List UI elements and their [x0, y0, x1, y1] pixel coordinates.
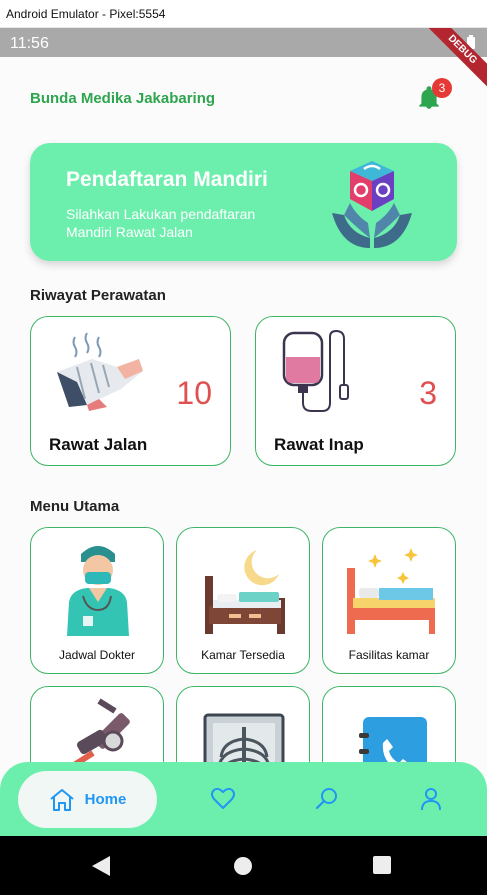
bed-facility-icon — [347, 548, 435, 634]
back-icon[interactable] — [92, 856, 110, 876]
banner-subtitle: Silahkan Lakukan pendaftaran Mandiri Raw… — [66, 206, 256, 240]
self-registration-banner[interactable]: Pendaftaran Mandiri Silahkan Lakukan pen… — [30, 143, 457, 261]
iv-drip-icon — [282, 329, 349, 412]
rawat-jalan-label: Rawat Jalan — [49, 435, 148, 454]
menu-kamar-tersedia[interactable]: Kamar Tersedia — [176, 527, 310, 674]
injured-foot-icon — [57, 332, 143, 411]
banner-title: Pendaftaran Mandiri — [66, 168, 268, 191]
menu-section-title: Menu Utama — [30, 498, 120, 515]
notification-badge: 3 — [432, 78, 452, 98]
app-title: Bunda Medika Jakabaring — [30, 90, 216, 107]
status-bar: 11:56 DEBUG — [0, 28, 487, 95]
rawat-jalan-count: 10 — [176, 375, 212, 411]
recents-icon[interactable] — [373, 856, 391, 874]
menu-label: Kamar Tersedia — [201, 648, 285, 662]
rawat-jalan-card[interactable]: 10 Rawat Jalan — [30, 316, 231, 466]
menu-jadwal-dokter[interactable]: Jadwal Dokter — [30, 527, 164, 674]
menu-label: Fasilitas kamar — [348, 648, 430, 662]
rawat-inap-label: Rawat Inap — [274, 435, 364, 454]
android-nav-bar — [0, 836, 487, 895]
home-icon — [50, 788, 74, 811]
bottom-navigation: Home — [0, 762, 487, 837]
hands-cube-icon — [332, 161, 412, 248]
menu-label: Jadwal Dokter — [58, 648, 136, 662]
heart-icon[interactable] — [210, 786, 236, 812]
riwayat-section-title: Riwayat Perawatan — [30, 287, 166, 304]
doctor-icon — [67, 546, 129, 636]
emulator-screen: 11:56 DEBUG Bunda Medika Jakabaring 3 Pe… — [0, 28, 487, 895]
search-icon[interactable] — [314, 786, 340, 812]
nav-home-button[interactable]: Home — [18, 771, 157, 828]
nav-home-label: Home — [84, 791, 127, 808]
status-time: 11:56 — [10, 35, 49, 52]
rawat-inap-count: 3 — [419, 375, 437, 411]
window-title: Android Emulator - Pixel:5554 — [0, 0, 487, 28]
bed-night-icon — [205, 550, 285, 634]
rawat-inap-card[interactable]: 3 Rawat Inap — [255, 316, 456, 466]
menu-fasilitas-kamar[interactable]: Fasilitas kamar — [322, 527, 456, 674]
user-icon[interactable] — [418, 786, 444, 812]
home-circle-icon[interactable] — [233, 856, 253, 876]
